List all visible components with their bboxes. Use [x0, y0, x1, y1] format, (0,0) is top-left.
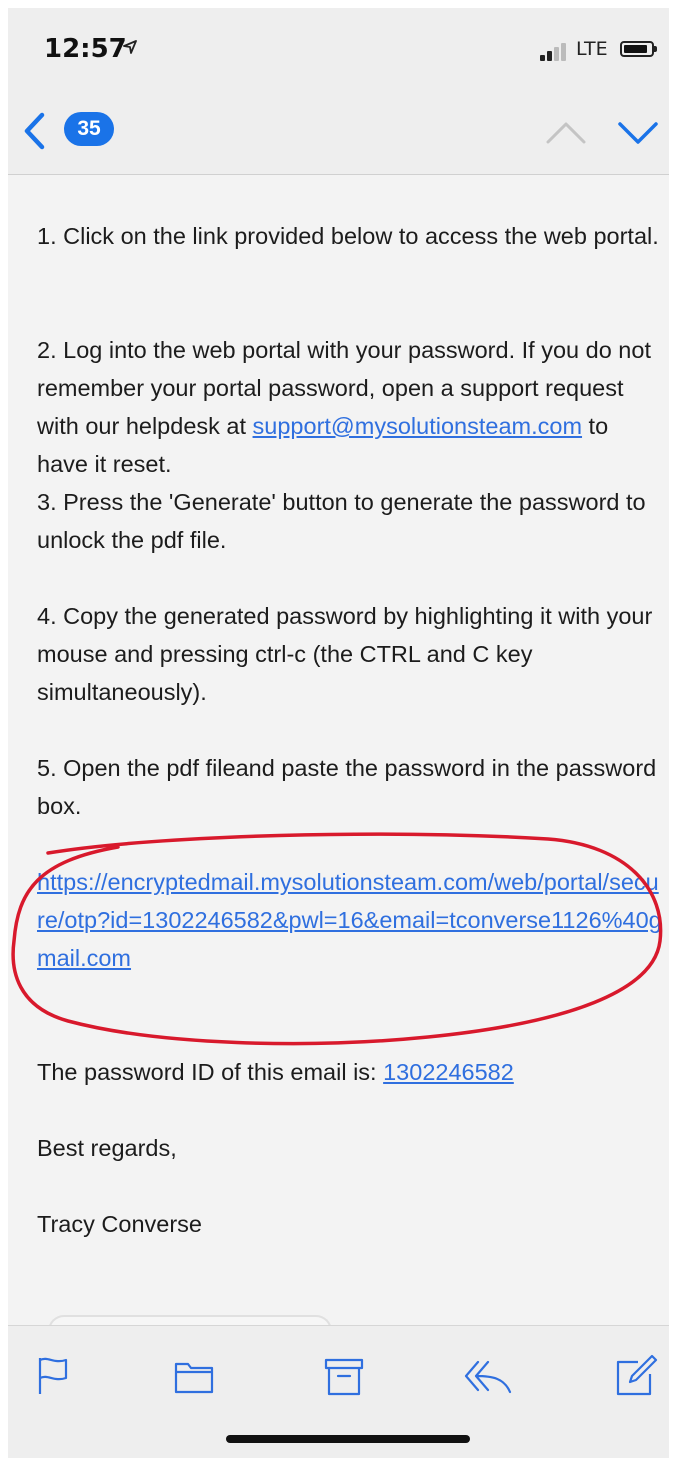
nav-bar: 35 — [8, 88, 669, 175]
portal-link-paragraph: https://encryptedmail.mysolutionsteam.co… — [37, 863, 662, 977]
archive-button[interactable] — [322, 1354, 366, 1398]
compose-button[interactable] — [614, 1354, 658, 1398]
instruction-step-3: 3. Press the 'Generate' button to genera… — [37, 489, 646, 553]
phone-screen: 12:57 LTE 35 1. Click on the link provid… — [8, 8, 669, 1458]
status-bar: 12:57 LTE — [8, 8, 669, 88]
archive-icon — [324, 1358, 364, 1396]
instruction-step-4: 4. Copy the generated password by highli… — [37, 603, 653, 705]
portal-link[interactable]: https://encryptedmail.mysolutionsteam.co… — [37, 869, 662, 971]
back-button[interactable]: 35 — [20, 106, 130, 156]
reply-button[interactable] — [464, 1354, 512, 1398]
previous-message-button[interactable] — [544, 112, 588, 152]
status-time: 12:57 — [44, 34, 127, 64]
flag-icon — [38, 1357, 68, 1394]
battery-icon — [620, 41, 657, 57]
chevron-down-icon — [618, 122, 658, 144]
password-id-label: The password ID of this email is: — [37, 1059, 384, 1085]
instruction-step-2: 2. Log into the web portal with your pas… — [37, 331, 662, 483]
instruction-step-5: 5. Open the pdf fileand paste the passwo… — [37, 755, 657, 819]
flag-button[interactable] — [32, 1354, 76, 1398]
password-id-link[interactable]: 1302246582 — [383, 1059, 514, 1085]
support-email-link[interactable]: support@mysolutionsteam.com — [253, 413, 582, 439]
chevron-up-icon — [546, 122, 586, 144]
next-message-button[interactable] — [616, 112, 660, 152]
compose-icon — [616, 1354, 658, 1396]
password-id-line: The password ID of this email is: 130224… — [37, 1053, 662, 1091]
unread-count-badge: 35 — [64, 112, 114, 146]
location-arrow-icon — [122, 38, 138, 61]
email-body: 1. Click on the link provided below to a… — [8, 175, 669, 1325]
closing-line: Best regards, — [37, 1135, 177, 1161]
folder-icon — [174, 1362, 214, 1394]
signal-strength-icon — [540, 41, 572, 61]
chevron-left-icon — [24, 112, 45, 150]
home-indicator — [226, 1435, 470, 1443]
signature: Tracy Converse — [37, 1211, 202, 1237]
reply-icon — [464, 1360, 512, 1394]
instruction-step-1: 1. Click on the link provided below to a… — [37, 223, 659, 249]
move-to-folder-button[interactable] — [172, 1354, 216, 1398]
network-type: LTE — [576, 38, 608, 60]
